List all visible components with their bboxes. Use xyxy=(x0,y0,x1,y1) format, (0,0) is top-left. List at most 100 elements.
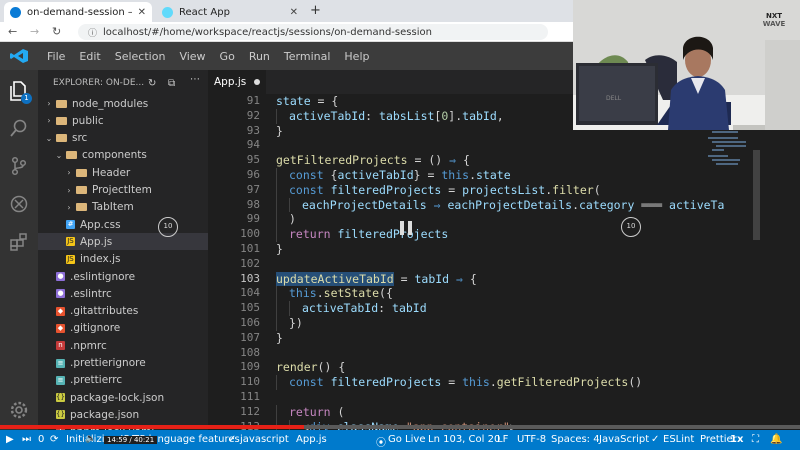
tree-folder[interactable]: › node_modules xyxy=(38,95,208,112)
code-line[interactable]: const filteredProjects = this.getFiltere… xyxy=(289,375,642,389)
tree-file[interactable]: {} package.json xyxy=(38,406,208,423)
eol-indicator[interactable]: LF xyxy=(497,434,508,445)
code-line[interactable]: activeTabId: tabId xyxy=(302,301,427,315)
browser-tab-react[interactable]: React App ✕ xyxy=(156,2,304,22)
go-live-button[interactable]: Go Live xyxy=(388,434,425,445)
volume-icon[interactable]: 🔈 xyxy=(85,434,96,444)
editor-tab-app-js[interactable]: App.js xyxy=(208,70,266,94)
code-line[interactable]: } xyxy=(276,331,283,345)
tree-folder[interactable]: ⌄ src xyxy=(38,130,208,147)
tree-folder[interactable]: › TabItem xyxy=(38,199,208,216)
menu-view[interactable]: View xyxy=(179,50,205,63)
code-line[interactable]: }) xyxy=(289,316,303,330)
next-icon[interactable]: ⏭ xyxy=(22,434,31,445)
tree-file[interactable]: ◆ .gitignore xyxy=(38,320,208,337)
code-line[interactable]: eachProjectDetails ⇒ eachProjectDetails.… xyxy=(302,198,724,212)
play-icon[interactable]: ▶ xyxy=(6,434,14,445)
vscode-favicon-icon xyxy=(10,6,21,18)
tree-folder[interactable]: › Header xyxy=(38,164,208,181)
code-line[interactable]: updateActiveTabId = tabId ⇒ { xyxy=(276,271,477,286)
reload-icon[interactable]: ↻ xyxy=(52,25,61,38)
tree-file[interactable]: # App.css xyxy=(38,216,208,233)
code-line[interactable]: } xyxy=(276,124,283,138)
chevron-down-icon[interactable]: ⌄ xyxy=(44,134,54,143)
tree-file[interactable]: ≡ .prettierrc xyxy=(38,372,208,389)
tree-file[interactable]: JS index.js xyxy=(38,251,208,268)
chevron-right-icon[interactable]: › xyxy=(44,116,54,125)
status-file[interactable]: App.js xyxy=(296,434,327,445)
menu-selection[interactable]: Selection xyxy=(115,50,166,63)
tree-file[interactable]: {} package-lock.json xyxy=(38,389,208,406)
unsaved-dot-icon[interactable] xyxy=(254,79,261,85)
extensions-icon[interactable] xyxy=(9,232,29,252)
run-debug-icon[interactable] xyxy=(9,194,29,214)
settings-gear-icon[interactable] xyxy=(9,400,29,420)
chevron-right-icon[interactable]: › xyxy=(64,203,74,212)
tree-folder[interactable]: ⌄ components xyxy=(38,147,208,164)
code-line[interactable]: } xyxy=(276,242,283,256)
new-tab-icon[interactable]: + xyxy=(310,3,321,18)
url-input[interactable]: ⓘ localhost/#/home/workspace/reactjs/ses… xyxy=(78,24,548,40)
cursor-position[interactable]: Ln 103, Col 20 xyxy=(428,434,500,445)
problems-counter[interactable]: 0 xyxy=(38,434,44,445)
indentation-indicator[interactable]: Spaces: 4 xyxy=(551,434,600,445)
fullscreen-icon[interactable]: ⛶ xyxy=(752,434,759,445)
code-line[interactable]: state = { xyxy=(276,94,338,108)
code-line[interactable]: render() { xyxy=(276,360,345,374)
tree-file[interactable]: ◆ .gitattributes xyxy=(38,303,208,320)
code-editor[interactable]: 91 state = {92 activeTabId: tabsList[0].ta… xyxy=(208,94,753,430)
tree-folder[interactable]: › ProjectItem xyxy=(38,182,208,199)
pause-icon[interactable] xyxy=(399,220,413,236)
editor-scrollbar[interactable] xyxy=(753,94,761,430)
explorer-icon[interactable]: 1 xyxy=(9,80,32,104)
close-tab-icon[interactable]: ✕ xyxy=(290,7,298,18)
code-line[interactable]: return filteredProjects xyxy=(289,227,448,241)
tree-file[interactable]: JS App.js xyxy=(38,233,208,251)
menu-terminal[interactable]: Terminal xyxy=(284,50,331,63)
refresh-icon[interactable]: ↻ xyxy=(148,78,156,89)
rewind-10-icon[interactable]: 10 xyxy=(158,217,178,237)
code-line[interactable]: const {activeTabId} = this.state xyxy=(289,168,511,182)
more-actions-icon[interactable]: ⋯ xyxy=(190,74,200,85)
source-control-icon[interactable] xyxy=(9,156,29,176)
folder-icon xyxy=(66,151,77,160)
menu-run[interactable]: Run xyxy=(249,50,270,63)
tree-file[interactable]: ● .eslintignore xyxy=(38,268,208,285)
back-icon[interactable]: ← xyxy=(8,25,17,38)
indent-guide xyxy=(276,404,277,420)
scrollbar-thumb[interactable] xyxy=(753,150,760,240)
forward-10-icon[interactable]: 10 xyxy=(621,217,641,237)
notifications-icon[interactable]: 🔔 xyxy=(770,434,782,445)
tree-file[interactable]: n .npmrc xyxy=(38,337,208,354)
tree-file[interactable]: ● .eslintrc xyxy=(38,285,208,302)
menu-edit[interactable]: Edit xyxy=(79,50,100,63)
code-line[interactable]: return ( xyxy=(289,405,344,419)
tree-item-label: .gitignore xyxy=(70,322,121,335)
menu-go[interactable]: Go xyxy=(220,50,235,63)
language-mode[interactable]: javascript xyxy=(240,434,289,445)
chevron-down-icon[interactable]: ⌄ xyxy=(54,151,64,160)
chevron-right-icon[interactable]: › xyxy=(44,99,54,108)
chevron-right-icon[interactable]: › xyxy=(64,168,74,177)
close-tab-icon[interactable]: ✕ xyxy=(138,7,146,18)
search-icon[interactable] xyxy=(9,118,29,138)
eslint-status[interactable]: ESLint xyxy=(663,434,694,445)
code-line[interactable]: ) xyxy=(289,212,296,226)
menu-help[interactable]: Help xyxy=(344,50,369,63)
code-line[interactable]: activeTabId: tabsList[0].tabId, xyxy=(289,109,504,123)
code-line[interactable]: getFilteredProjects = () ⇒ { xyxy=(276,153,470,167)
language-indicator[interactable]: JavaScript xyxy=(599,434,649,445)
code-line[interactable]: const filteredProjects = projectsList.fi… xyxy=(289,183,601,197)
minimap[interactable] xyxy=(706,125,752,245)
browser-tab-vscode[interactable]: on-demand-session — CC ✕ xyxy=(4,2,152,22)
collapse-all-icon[interactable]: ⧉ xyxy=(168,78,175,89)
chevron-right-icon[interactable]: › xyxy=(64,186,74,195)
encoding-indicator[interactable]: UTF-8 xyxy=(517,434,546,445)
tree-folder[interactable]: › public xyxy=(38,112,208,129)
playback-speed[interactable]: 1x xyxy=(730,434,743,445)
tree-file[interactable]: ≡ .prettierignore xyxy=(38,355,208,372)
forward-icon[interactable]: → xyxy=(30,25,39,38)
menu-file[interactable]: File xyxy=(47,50,65,63)
code-line[interactable]: this.setState({ xyxy=(289,286,393,300)
